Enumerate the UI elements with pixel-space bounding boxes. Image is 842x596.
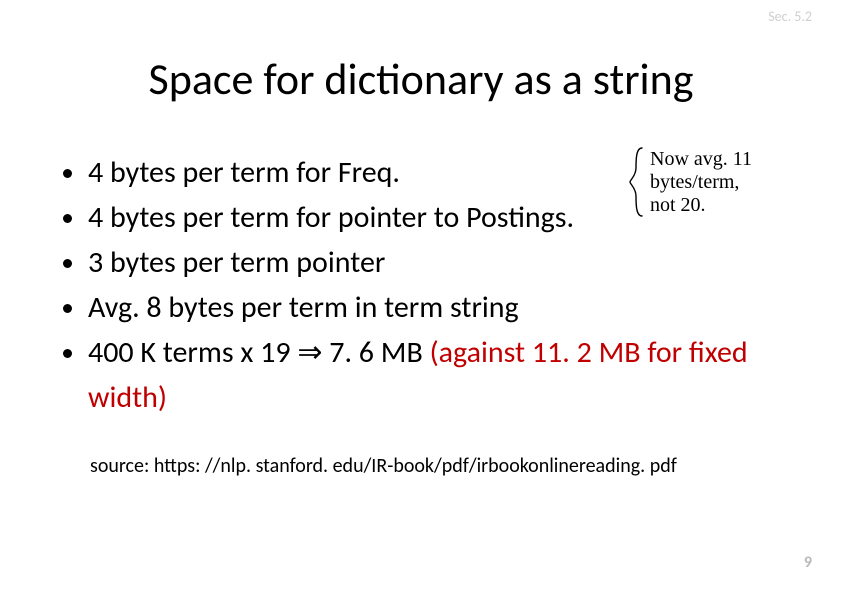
list-item: Avg. 8 bytes per term in term string <box>88 285 810 330</box>
bullet5-part-a: 400 K terms x 19 <box>88 334 297 371</box>
slide-title: Space for dictionary as a string <box>0 52 842 106</box>
list-item: 3 bytes per term pointer <box>88 240 810 285</box>
bullet5-part-b: 7. 6 MB <box>322 334 429 371</box>
brace-annotation: Now avg. 11 bytes/term, not 20. <box>628 146 828 218</box>
curly-brace-icon <box>628 146 646 218</box>
page-number: 9 <box>804 553 812 572</box>
section-label: Sec. 5.2 <box>768 8 812 25</box>
annotation-text: Now avg. 11 bytes/term, not 20. <box>650 148 752 217</box>
source-citation: source: https: //nlp. stanford. edu/IR-b… <box>90 454 677 478</box>
annotation-line: not 20. <box>650 194 706 216</box>
implies-arrow-icon: ⇒ <box>297 336 322 369</box>
annotation-line: bytes/term, <box>650 171 739 193</box>
annotation-line: Now avg. 11 <box>650 148 752 170</box>
list-item: 400 K terms x 19 ⇒ 7. 6 MB (against 11. … <box>88 330 810 420</box>
